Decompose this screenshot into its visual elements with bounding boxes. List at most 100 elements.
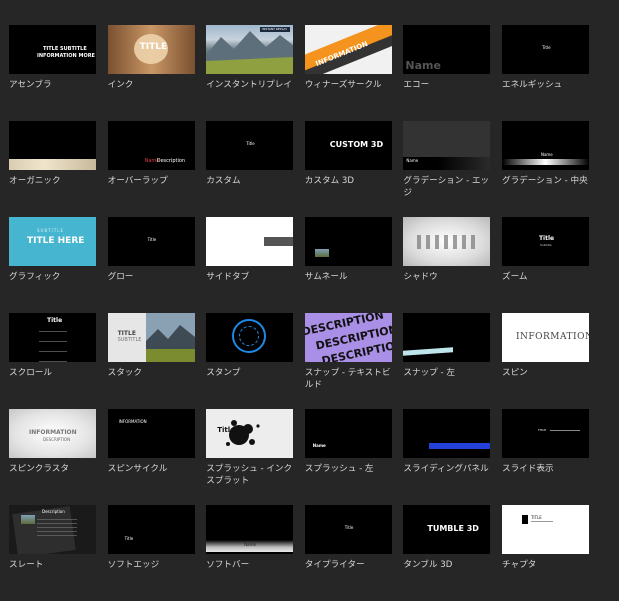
tile-label: スライド表示 — [501, 464, 554, 474]
thumb-text: Description — [42, 509, 65, 514]
tile-energetic[interactable]: Title エネルギッシュ — [501, 25, 590, 121]
tile-spin-cycle[interactable]: INFORMATION スピンサイクル — [107, 409, 196, 505]
tile-splash-ink[interactable]: Title スプラッシュ - インクスプラット — [206, 409, 294, 505]
tile-slate[interactable]: Description スレート — [9, 505, 97, 601]
thumb-ink: TITLE — [107, 25, 195, 74]
tile-splash-left[interactable]: Name スプラッシュ - 左 — [304, 409, 393, 505]
thumb-text: Name — [405, 59, 441, 72]
tile-assembler[interactable]: TITLE SUBTITLE INFORMATION MORE アセンブラ — [9, 25, 97, 121]
tile-label: タイプライター — [304, 560, 365, 570]
mountain-graphic — [206, 31, 294, 74]
tile-tumble-3d[interactable]: TUMBLE 3D タンブル 3D — [403, 505, 491, 601]
thumb-assembler: TITLE SUBTITLE INFORMATION MORE — [9, 25, 96, 74]
thumb-slide-show: TITLE — [501, 409, 589, 458]
thumb-graphic: SUBTITLE TITLE HERE — [9, 217, 96, 266]
thumb-text: TITLE — [530, 515, 542, 520]
tile-scroll[interactable]: Title スクロール — [9, 313, 97, 409]
thumb-text: Title — [147, 237, 157, 242]
thumb-text: INSTANT REPLAY — [262, 27, 288, 31]
tile-typewriter[interactable]: Title タイプライター — [304, 505, 393, 601]
thumb-text: Name — [244, 542, 256, 547]
tile-snap-text-build[interactable]: DESCRIPTION DESCRIPTION DESCRIPTION スナップ… — [304, 313, 393, 409]
sliding-panel-bar — [429, 443, 491, 449]
thumb-text: DESCRIPTION — [43, 437, 71, 442]
tile-label: アセンブラ — [9, 80, 52, 90]
thumb-text: Title — [246, 141, 255, 146]
tile-thumbnail[interactable]: サムネール — [304, 217, 393, 313]
scroll-rows — [39, 327, 67, 362]
tile-winner-circle[interactable]: INFORMATION ウィナーズサークル — [304, 25, 393, 121]
thumb-text: TITLE — [117, 330, 136, 337]
thumb-soft-bar: Name — [206, 505, 294, 554]
thumb-stack: TITLE SUBTITLE — [107, 313, 195, 362]
tile-organic[interactable]: オーガニック — [9, 121, 97, 217]
tile-soft-edge[interactable]: Title ソフトエッジ — [107, 505, 196, 601]
tile-shadow[interactable]: シャドウ — [403, 217, 491, 313]
tile-chapter[interactable]: TITLE チャプタ — [501, 505, 590, 601]
thumb-text: TITLE — [139, 42, 168, 52]
thumb-echo: Name — [403, 25, 491, 74]
slate-lines — [37, 519, 77, 539]
tile-spin[interactable]: INFORMATION スピン — [501, 313, 590, 409]
tile-label: グロー — [107, 272, 134, 282]
thumb-text: TITLE HERE — [27, 236, 85, 246]
tile-label: ソフトエッジ — [107, 560, 160, 570]
thumb-splash-ink: Title — [206, 409, 294, 458]
thumb-text: INFORMATION MORE — [37, 53, 95, 59]
thumb-scroll: Title — [9, 313, 96, 362]
tile-side-tab[interactable]: サイドタブ — [206, 217, 294, 313]
tile-label: グラフィック — [9, 272, 61, 282]
thumb-winner-circle: INFORMATION — [304, 25, 392, 74]
tile-label: サイドタブ — [206, 272, 250, 282]
tile-graphic[interactable]: SUBTITLE TITLE HERE グラフィック — [9, 217, 97, 313]
tile-custom[interactable]: Title カスタム — [206, 121, 294, 217]
tile-gradient-center[interactable]: Name グラデーション - 中央 — [501, 121, 590, 217]
thumb-text: TITLE — [537, 428, 547, 432]
thumb-text: TITLE SUBTITLE — [43, 46, 87, 52]
thumb-gradient-edge: Name — [403, 121, 491, 170]
chapter-line — [530, 521, 553, 522]
tile-echo[interactable]: Name エコー — [403, 25, 491, 121]
tile-label: スプラッシュ - インクスプラット — [206, 464, 293, 486]
tile-spin-cluster[interactable]: INFORMATION DESCRIPTION スピンクラスタ — [9, 409, 97, 505]
thumb-side-tab — [206, 217, 294, 266]
tile-gradient-edge[interactable]: Name グラデーション - エッジ — [403, 121, 491, 217]
thumb-text: Title — [124, 536, 134, 541]
thumb-shadow — [403, 217, 491, 266]
thumb-text: TUMBLE 3D — [427, 524, 479, 533]
tile-label: エコー — [403, 80, 430, 90]
tile-instant-replay[interactable]: INSTANT REPLAY インスタントリプレイ — [206, 25, 294, 121]
tile-overlap[interactable]: Name Description オーバーラップ — [107, 121, 196, 217]
tile-label: スクロール — [9, 368, 52, 378]
thumb-snap-text-build: DESCRIPTION DESCRIPTION DESCRIPTION — [304, 313, 392, 362]
tile-label: シャドウ — [403, 272, 438, 282]
title-browser-grid: TITLE SUBTITLE INFORMATION MORE アセンブラ TI… — [9, 25, 590, 601]
slide-line — [549, 430, 580, 431]
vertical-scrollbar[interactable] — [613, 0, 619, 583]
tile-label: チャプタ — [501, 560, 537, 570]
tile-slide-show[interactable]: TITLE スライド表示 — [501, 409, 590, 505]
gradient-bar — [501, 159, 589, 165]
side-tab-panel — [264, 237, 294, 246]
tile-custom-3d[interactable]: CUSTOM 3D カスタム 3D — [304, 121, 393, 217]
thumb-text: Name — [312, 443, 326, 448]
thumb-text: INFORMATION — [515, 332, 589, 342]
tile-zoom[interactable]: Title Subtitle ズーム — [501, 217, 590, 313]
thumb-instant-replay: INSTANT REPLAY — [206, 25, 294, 74]
paper-strip — [9, 159, 96, 170]
tile-stack[interactable]: TITLE SUBTITLE スタック — [107, 313, 196, 409]
tile-label: スナップ - 左 — [403, 368, 455, 378]
snap-bar — [403, 347, 454, 356]
tile-sliding-panel[interactable]: スライディングパネル — [403, 409, 491, 505]
thumb-text: Title — [541, 45, 551, 50]
thumb-stamp — [206, 313, 294, 362]
chapter-marker — [521, 515, 528, 524]
thumb-text: INFORMATION — [118, 419, 147, 424]
tile-label: スピンクラスタ — [9, 464, 69, 474]
tile-snap-left[interactable]: スナップ - 左 — [403, 313, 491, 409]
tile-glow[interactable]: Title グロー — [107, 217, 196, 313]
tile-ink[interactable]: TITLE インク — [107, 25, 196, 121]
thumb-zoom: Title Subtitle — [501, 217, 589, 266]
tile-stamp[interactable]: スタンプ — [206, 313, 294, 409]
tile-soft-bar[interactable]: Name ソフトバー — [206, 505, 294, 601]
